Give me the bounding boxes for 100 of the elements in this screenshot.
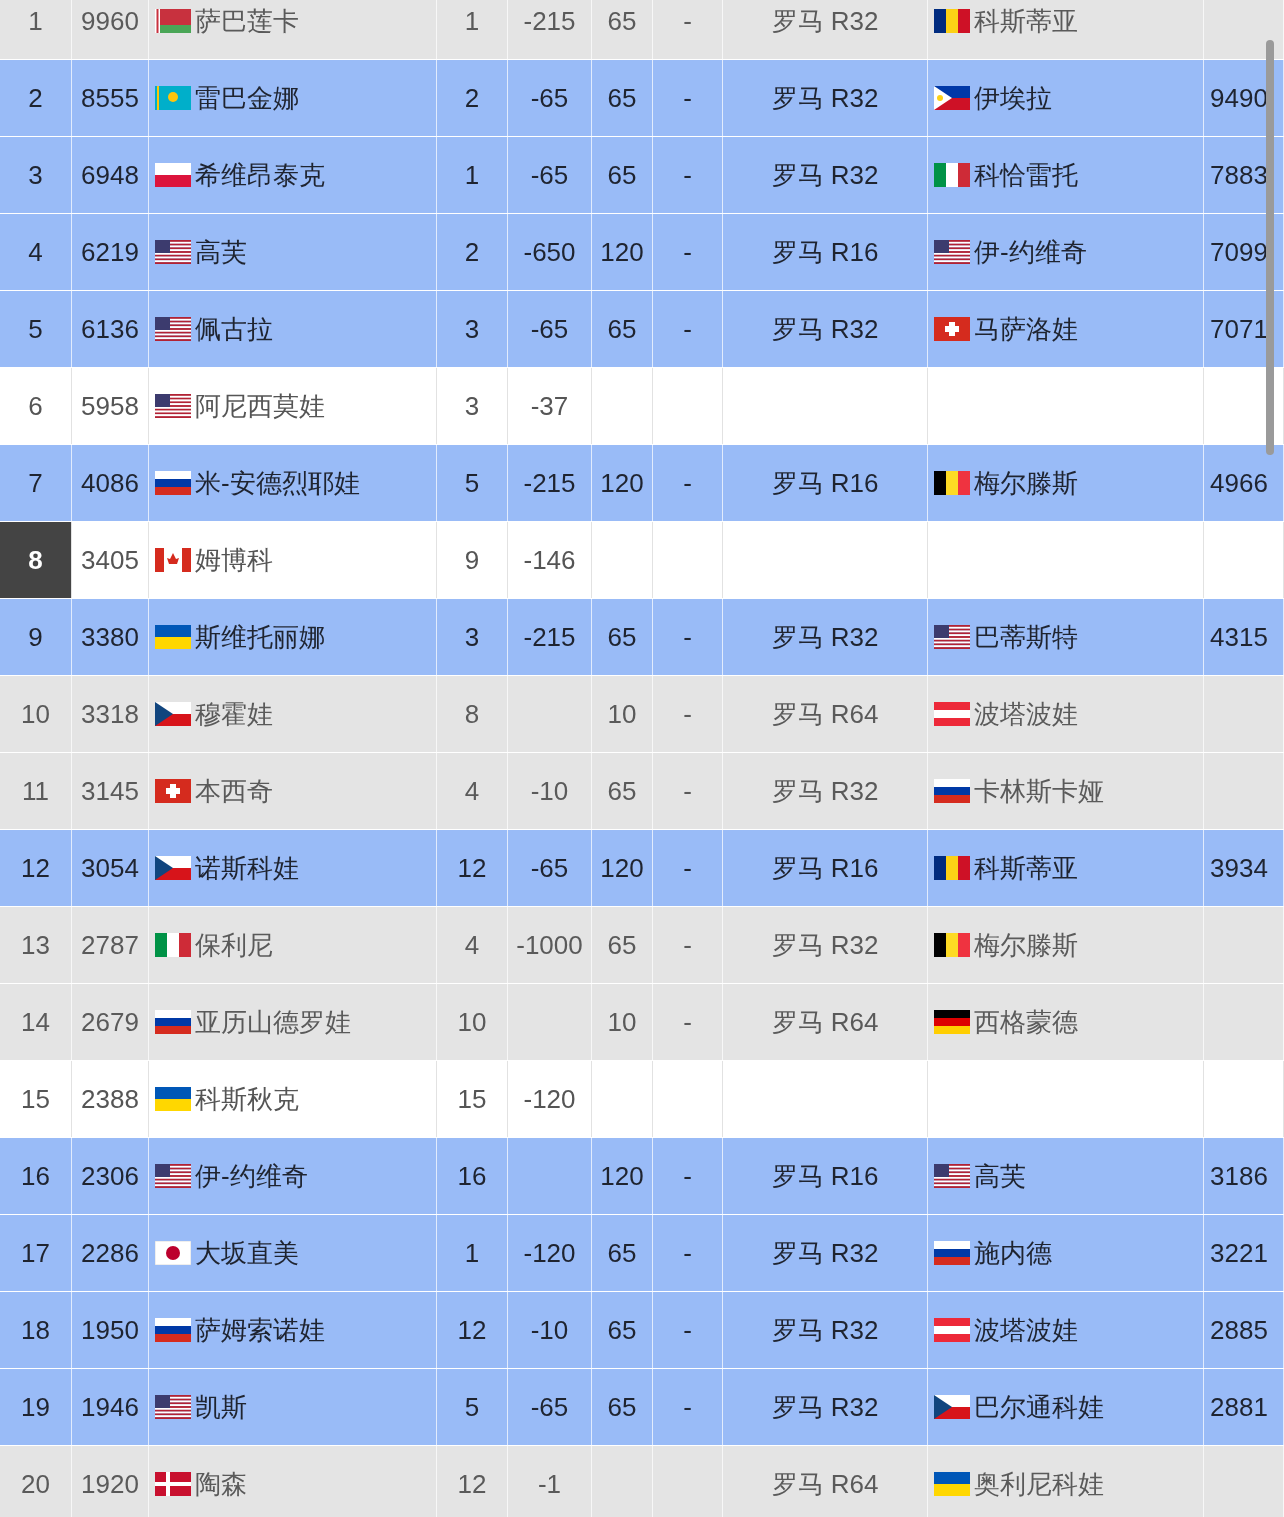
points-cell: 2787 [72, 907, 149, 983]
table-cell: 3186 [1204, 1138, 1284, 1214]
opponent-name: 施内德 [974, 1236, 1052, 1270]
table-cell: 8 [437, 676, 508, 752]
table-cell: -215 [508, 0, 592, 59]
scrollbar[interactable] [1266, 40, 1274, 455]
player-name: 萨巴莲卡 [195, 4, 299, 38]
table-cell: 65 [592, 1369, 653, 1445]
rank-cell: 5 [0, 291, 72, 367]
rank-cell: 14 [0, 984, 72, 1060]
table-cell: -65 [508, 291, 592, 367]
rank-cell: 6 [0, 368, 72, 444]
player-name: 科斯秋克 [195, 1082, 299, 1116]
player-name: 雷巴金娜 [195, 81, 299, 115]
table-cell: -65 [508, 1369, 592, 1445]
points-cell: 1950 [72, 1292, 149, 1368]
points-cell: 2388 [72, 1061, 149, 1137]
opponent-name: 伊-约维奇 [974, 235, 1087, 269]
table-cell: 2881 [1204, 1369, 1284, 1445]
event-cell: 罗马 R32 [723, 1292, 928, 1368]
opponent-name: 卡林斯卡娅 [974, 774, 1104, 808]
player-name: 大坂直美 [195, 1236, 299, 1270]
table-cell: 9 [437, 522, 508, 598]
table-cell: - [653, 984, 723, 1060]
table-cell: 3221 [1204, 1215, 1284, 1291]
event-cell: 罗马 R32 [723, 1369, 928, 1445]
table-cell: -10 [508, 1292, 592, 1368]
table-cell: - [653, 291, 723, 367]
player-name: 穆霍娃 [195, 697, 273, 731]
opponent-name: 西格蒙德 [974, 1005, 1078, 1039]
table-cell: - [653, 1292, 723, 1368]
table-cell: - [653, 907, 723, 983]
rank-cell: 11 [0, 753, 72, 829]
points-cell: 2306 [72, 1138, 149, 1214]
table-cell: 3 [437, 368, 508, 444]
points-cell: 5958 [72, 368, 149, 444]
table-cell: 65 [592, 291, 653, 367]
rank-cell: 9 [0, 599, 72, 675]
opponent-name: 巴尔通科娃 [974, 1390, 1104, 1424]
player-name: 陶森 [195, 1467, 247, 1501]
table-cell: -65 [508, 137, 592, 213]
table-cell: - [653, 214, 723, 290]
opponent-name: 波塔波娃 [974, 1313, 1078, 1347]
table-cell: 65 [592, 753, 653, 829]
table-cell: -65 [508, 830, 592, 906]
points-cell: 4086 [72, 445, 149, 521]
table-cell: 120 [592, 445, 653, 521]
rank-cell: 18 [0, 1292, 72, 1368]
table-cell: 120 [592, 1138, 653, 1214]
table-cell: -215 [508, 599, 592, 675]
table-cell: 65 [592, 0, 653, 59]
rank-cell: 2 [0, 60, 72, 136]
points-cell: 1920 [72, 1446, 149, 1517]
table-cell: - [653, 753, 723, 829]
rank-cell: 20 [0, 1446, 72, 1517]
table-cell: 4 [437, 753, 508, 829]
table-cell: 4 [437, 907, 508, 983]
player-name: 姆博科 [195, 543, 273, 577]
player-name: 斯维托丽娜 [195, 620, 325, 654]
event-cell: 罗马 R64 [723, 984, 928, 1060]
table-cell: -215 [508, 445, 592, 521]
table-cell: - [653, 0, 723, 59]
player-name: 佩古拉 [195, 312, 273, 346]
table-cell: - [653, 137, 723, 213]
points-cell: 6219 [72, 214, 149, 290]
table-cell: 16 [437, 1138, 508, 1214]
rank-cell: 13 [0, 907, 72, 983]
event-cell: 罗马 R32 [723, 753, 928, 829]
points-cell: 2679 [72, 984, 149, 1060]
table-cell: 2885 [1204, 1292, 1284, 1368]
points-cell: 3380 [72, 599, 149, 675]
event-cell: 罗马 R16 [723, 445, 928, 521]
table-cell: 3934 [1204, 830, 1284, 906]
rank-cell: 16 [0, 1138, 72, 1214]
table-cell: -120 [508, 1215, 592, 1291]
table-cell: 120 [592, 830, 653, 906]
opponent-name: 梅尔滕斯 [974, 928, 1078, 962]
points-cell: 3145 [72, 753, 149, 829]
rank-cell: 7 [0, 445, 72, 521]
table-cell: 10 [592, 676, 653, 752]
player-name: 伊-约维奇 [195, 1159, 308, 1193]
player-name: 希维昂泰克 [195, 158, 325, 192]
opponent-name: 科恰雷托 [974, 158, 1078, 192]
points-cell: 3405 [72, 522, 149, 598]
event-cell: 罗马 R64 [723, 676, 928, 752]
rank-cell: 4 [0, 214, 72, 290]
opponent-name: 波塔波娃 [974, 697, 1078, 731]
table-cell: -120 [508, 1061, 592, 1137]
table-cell: 12 [437, 830, 508, 906]
rank-cell: 15 [0, 1061, 72, 1137]
table-cell: 1 [437, 1215, 508, 1291]
table-cell: 65 [592, 1292, 653, 1368]
table-cell: 12 [437, 1446, 508, 1517]
points-cell: 2286 [72, 1215, 149, 1291]
table-cell: - [653, 830, 723, 906]
table-cell: 5 [437, 445, 508, 521]
table-cell: 65 [592, 599, 653, 675]
opponent-name: 梅尔滕斯 [974, 466, 1078, 500]
table-cell: -146 [508, 522, 592, 598]
table-cell: 10 [437, 984, 508, 1060]
